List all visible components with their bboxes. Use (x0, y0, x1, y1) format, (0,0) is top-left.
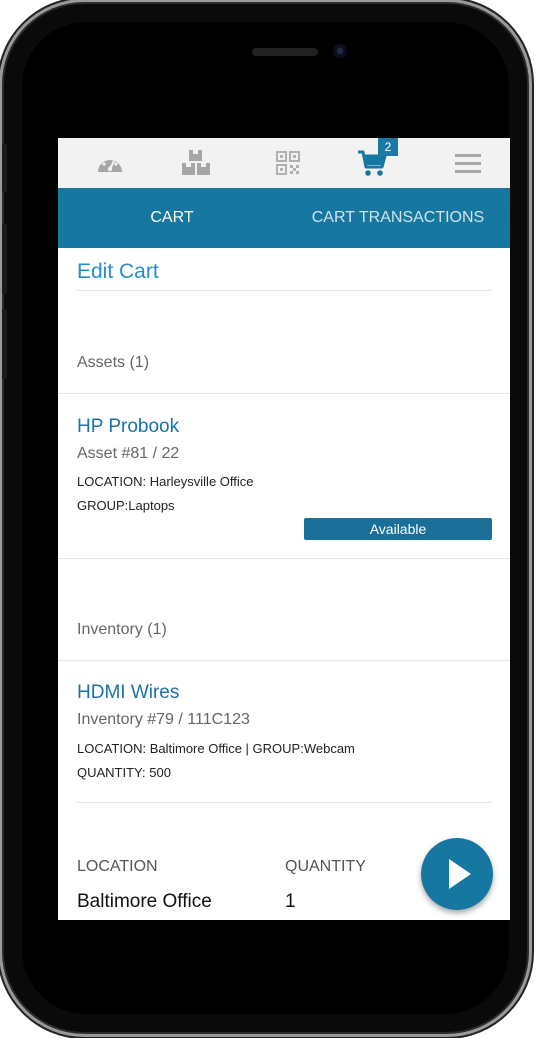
divider (77, 290, 492, 291)
divider (58, 393, 510, 394)
dashboard-icon[interactable] (92, 146, 128, 180)
phone-frame: 2 CART CART TRANSACTIONS Edit Cart Asset… (2, 4, 527, 1032)
tab-bar: CART CART TRANSACTIONS (58, 188, 510, 248)
assets-section-header: Assets (1) (77, 354, 150, 371)
asset-number: Asset #81 / 22 (77, 445, 180, 462)
asset-name[interactable]: HP Probook (77, 416, 179, 438)
play-icon (449, 859, 471, 889)
boxes-icon[interactable] (178, 146, 214, 180)
cart-count-badge: 2 (378, 138, 398, 156)
speaker-grille (252, 48, 318, 56)
volume-down-button (2, 309, 7, 379)
asset-location: LOCATION: Harleysville Office (77, 474, 254, 489)
location-column-header: LOCATION (77, 858, 158, 875)
app-screen: 2 CART CART TRANSACTIONS Edit Cart Asset… (58, 138, 510, 920)
mute-switch (2, 144, 7, 192)
divider (77, 802, 492, 803)
status-badge: Available (304, 518, 492, 540)
front-camera (333, 44, 347, 58)
inventory-name[interactable]: HDMI Wires (77, 682, 179, 704)
volume-up-button (2, 224, 7, 294)
qr-code-icon[interactable] (270, 146, 306, 180)
tab-cart[interactable]: CART (58, 188, 286, 248)
quantity-value[interactable]: 1 (285, 891, 296, 913)
divider (58, 660, 510, 661)
inventory-section-header: Inventory (1) (77, 621, 167, 638)
inventory-number: Inventory #79 / 111C123 (77, 711, 250, 728)
quantity-column-header: QUANTITY (285, 858, 366, 875)
asset-group: GROUP:Laptops (77, 498, 175, 513)
location-value[interactable]: Baltimore Office (77, 891, 212, 913)
inventory-location-group: LOCATION: Baltimore Office | GROUP:Webca… (77, 741, 355, 756)
inventory-quantity: QUANTITY: 500 (77, 765, 171, 780)
top-nav-bar: 2 (58, 138, 510, 188)
next-button[interactable] (421, 838, 493, 910)
menu-icon[interactable] (450, 146, 486, 180)
divider (58, 558, 510, 559)
page-title: Edit Cart (77, 260, 159, 283)
tab-cart-transactions[interactable]: CART TRANSACTIONS (286, 188, 510, 248)
